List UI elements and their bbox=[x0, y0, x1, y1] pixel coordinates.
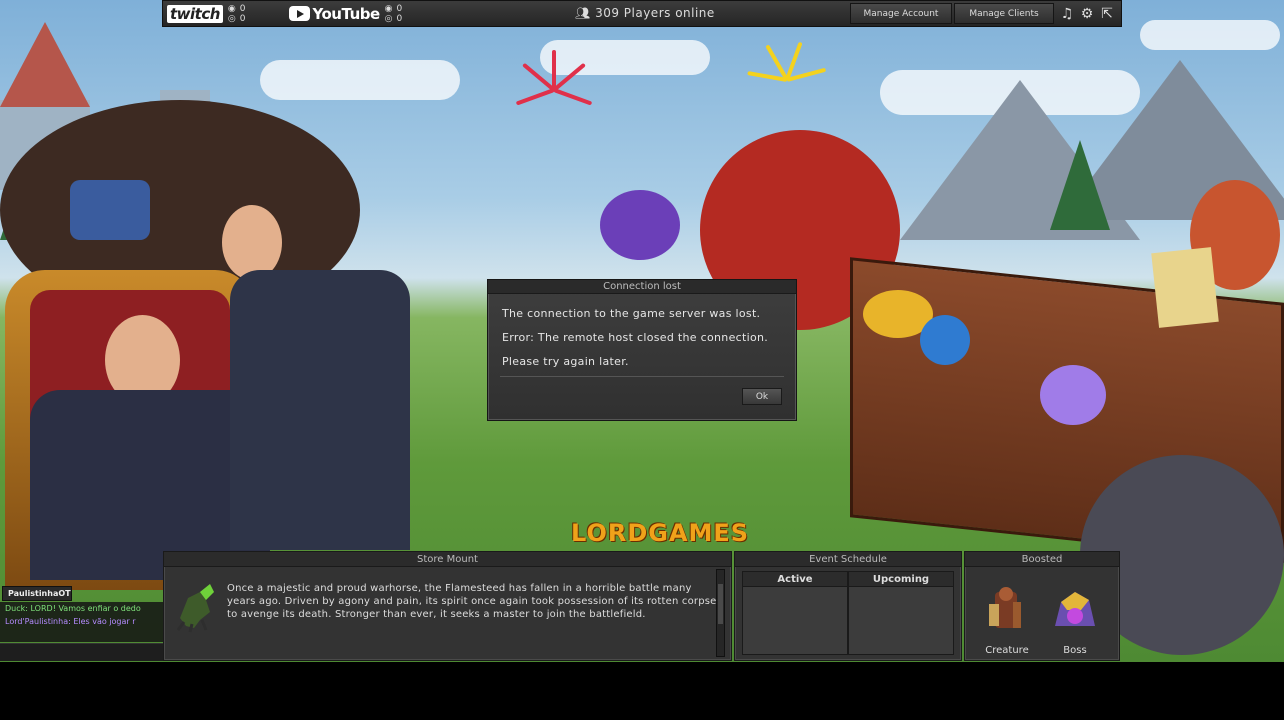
youtube-play-icon bbox=[288, 6, 310, 21]
eye-icon: ◎ bbox=[384, 13, 393, 24]
dialog-message-line-3: Please try again later. bbox=[502, 355, 629, 368]
players-online: 👥︎ 309 Players online bbox=[575, 6, 715, 20]
broadcast-icon: ◉ bbox=[227, 3, 236, 14]
cloud bbox=[1140, 20, 1280, 50]
horse-saddle bbox=[70, 180, 150, 240]
upcoming-events-column[interactable]: Upcoming bbox=[848, 571, 954, 655]
players-icon: 👥︎ bbox=[575, 6, 591, 20]
exit-icon[interactable]: ⇱ bbox=[1097, 3, 1117, 24]
broadcast-icon: ◉ bbox=[384, 3, 393, 14]
chat-input[interactable] bbox=[0, 643, 163, 661]
twitch-viewers: 0 bbox=[239, 3, 246, 14]
boosted-panel: Boosted Creature Boss bbox=[964, 551, 1120, 661]
noble-face bbox=[222, 205, 282, 280]
upcoming-header: Upcoming bbox=[849, 572, 953, 587]
store-mount-panel: Store Mount Once a majestic and proud wa… bbox=[163, 551, 732, 661]
wizard bbox=[600, 190, 680, 260]
eye-icon: ◎ bbox=[227, 13, 236, 24]
firework bbox=[515, 88, 555, 106]
boosted-boss-icon[interactable] bbox=[1047, 582, 1103, 640]
cloud bbox=[260, 60, 460, 100]
boosted-boss-label: Boss bbox=[1063, 645, 1087, 656]
sign-voce-nao-joga bbox=[1151, 247, 1219, 328]
event-schedule-panel: Event Schedule Active Upcoming bbox=[734, 551, 962, 661]
noble-armor bbox=[230, 270, 410, 550]
connection-lost-dialog: Connection lost The connection to the ga… bbox=[487, 279, 797, 421]
store-mount-title: Store Mount bbox=[164, 552, 731, 567]
balloon-blue bbox=[920, 315, 970, 365]
top-bar: twitch ◉ 0 ◎ 0 YouTube ◉ 0 ◎ 0 👥︎ 309 Player… bbox=[162, 0, 1122, 27]
active-events-column[interactable]: Active bbox=[742, 571, 848, 655]
firework bbox=[553, 88, 593, 106]
lordgames-logo: LORDGAMES bbox=[571, 519, 750, 547]
event-schedule-title: Event Schedule bbox=[735, 552, 961, 567]
dialog-title: Connection lost bbox=[488, 280, 796, 294]
boosted-creature-icon[interactable] bbox=[979, 582, 1035, 640]
youtube-logo[interactable]: YouTube bbox=[313, 5, 381, 23]
firework bbox=[552, 50, 556, 90]
twitch-counts: ◉ 0 ◎ 0 bbox=[228, 4, 246, 24]
players-online-text: 309 Players online bbox=[595, 6, 715, 20]
balloon-purple bbox=[1040, 365, 1106, 425]
dialog-separator bbox=[500, 376, 784, 377]
youtube-counts: ◉ 0 ◎ 0 bbox=[385, 4, 403, 24]
youtube-followers: 0 bbox=[396, 13, 403, 24]
youtube-widget[interactable]: YouTube ◉ 0 ◎ 0 bbox=[288, 4, 403, 24]
ok-button[interactable]: Ok bbox=[742, 388, 782, 405]
store-scrollbar[interactable] bbox=[716, 569, 725, 657]
gear-icon[interactable]: ⚙ bbox=[1077, 3, 1097, 24]
chat-tab-paulistinhaot[interactable]: PaulistinhaOT bbox=[2, 586, 72, 601]
chat-message: Lord'Paulistinha: Eles vão jogar r bbox=[5, 617, 136, 626]
youtube-viewers: 0 bbox=[396, 3, 403, 14]
dialog-message-line-1: The connection to the game server was lo… bbox=[502, 307, 761, 320]
boosted-creature-label: Creature bbox=[985, 645, 1029, 656]
dialog-message-line-2: Error: The remote host closed the connec… bbox=[502, 331, 769, 344]
active-header: Active bbox=[743, 572, 847, 587]
boosted-title: Boosted bbox=[965, 552, 1119, 567]
tree bbox=[1050, 140, 1110, 230]
manage-account-button[interactable]: Manage Account bbox=[850, 3, 952, 24]
chat-message: Duck: LORD! Vamos enfiar o dedo bbox=[5, 604, 141, 613]
store-mount-description: Once a majestic and proud warhorse, the … bbox=[227, 583, 717, 620]
flamesteed-mount-icon[interactable] bbox=[170, 578, 222, 634]
chat-messages: Duck: LORD! Vamos enfiar o dedo Lord'Pau… bbox=[0, 602, 163, 642]
twitch-widget[interactable]: twitch ◉ 0 ◎ 0 bbox=[167, 4, 246, 24]
music-icon[interactable]: ♫ bbox=[1057, 3, 1077, 24]
twitch-logo[interactable]: twitch bbox=[167, 4, 223, 23]
castle-roof bbox=[0, 22, 90, 107]
cloud bbox=[540, 40, 710, 75]
twitch-followers: 0 bbox=[239, 13, 246, 24]
manage-clients-button[interactable]: Manage Clients bbox=[954, 3, 1054, 24]
